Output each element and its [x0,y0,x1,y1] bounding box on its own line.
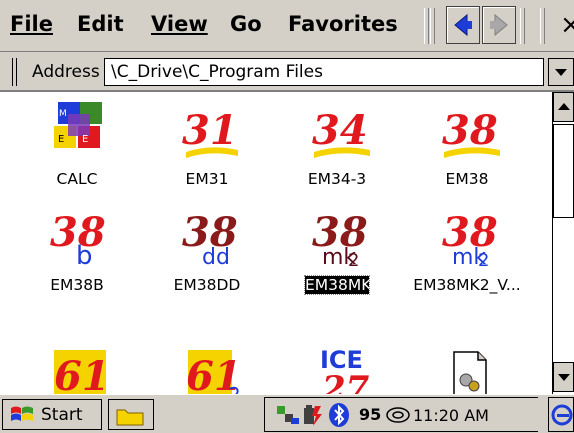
network-icon[interactable] [275,402,301,428]
em31-app-icon: 31 [182,107,238,158]
internet-explorer-button[interactable] [548,397,574,432]
svg-text:E: E [58,134,64,145]
back-button[interactable] [446,6,480,44]
settings-file-icon [453,351,487,394]
chevron-down-icon [558,374,570,381]
file-name: CALC [56,170,98,188]
chevron-up-icon [558,103,570,110]
toolbar-separator [424,8,429,44]
file-name: EM34-3 [307,170,367,188]
menu-file[interactable]: File [10,12,53,36]
menu-edit-label: Edit [77,12,124,36]
svg-text:E: E [82,134,88,145]
toolbar-separator [430,8,435,44]
file-item-em38mk2-v[interactable]: 38 mk 2 EM38MK2_V... [402,200,532,300]
menu-favorites[interactable]: Favorites [288,12,398,36]
address-bar: Address \C_Drive\C_Program Files [0,52,574,92]
calc-app-icon: M E E [54,102,102,148]
em38b-app-icon: 38 b [50,209,106,266]
file-list: M E E CALC 31 EM31 34 EM34-3 38 EM38 38 … [0,92,552,394]
file-item-settings[interactable] [402,336,532,394]
svg-text:31: 31 [182,107,238,154]
file-item-ice[interactable]: ICE 27 [272,336,402,394]
clock[interactable]: 11:20 AM [413,406,489,425]
system-tray: 95 11:20 AM [264,397,538,432]
menu-bar: File Edit View Go Favorites × [0,0,574,52]
scroll-thumb[interactable] [553,124,574,218]
em61-app-icon: 61 [54,350,110,394]
taskbar: Start 95 11:20 AM [0,394,574,433]
file-explorer-window: File Edit View Go Favorites × Address \C… [0,0,574,433]
menu-view[interactable]: View [151,12,208,36]
close-icon[interactable]: × [560,6,574,44]
address-input[interactable]: \C_Drive\C_Program Files [104,58,544,86]
internet-explorer-icon [551,404,573,426]
file-item-em38b[interactable]: 38 b EM38B [12,200,142,300]
start-label: Start [41,405,83,425]
windows-logo-icon [11,406,33,421]
scroll-down-button[interactable] [553,362,574,392]
file-item-em61-2[interactable]: 61 2 [142,336,272,394]
taskbar-explorer-button[interactable] [108,399,154,430]
arrow-right-icon [490,13,508,37]
menu-file-label: File [10,12,53,36]
scroll-up-button[interactable] [553,92,574,122]
battery-power-icon[interactable] [301,402,323,428]
toolbar-grip[interactable] [12,58,17,86]
file-item-em38dd[interactable]: 38 dd EM38DD [142,200,272,300]
svg-text:dd: dd [202,245,230,266]
em38-app-icon: 38 [442,107,500,158]
file-item-calc[interactable]: M E E CALC [12,94,142,194]
menu-edit[interactable]: Edit [77,12,124,36]
svg-text:b: b [76,241,93,266]
file-name: EM38DD [173,276,241,294]
sync-icon[interactable] [385,402,411,428]
em38mk2-app-icon: 38 mk 2 [312,209,368,266]
svg-text:2: 2 [228,383,241,394]
svg-text:61: 61 [54,353,110,394]
folder-icon [116,409,144,426]
em34-app-icon: 34 [312,107,370,158]
file-item-em38mk2[interactable]: 38 mk 2 EM38MK2 [272,200,402,300]
file-item-em38[interactable]: 38 EM38 [402,94,532,194]
address-label: Address [32,62,100,82]
svg-text:27: 27 [321,369,370,394]
ice-app-icon: ICE 27 [320,346,370,394]
forward-button[interactable] [482,6,516,44]
file-name-selected: EM38MK2 [304,275,382,295]
menu-view-label: View [151,12,208,36]
file-name: EM38 [445,170,489,188]
arrow-left-icon [454,13,472,37]
file-name: EM31 [185,170,229,188]
bluetooth-icon[interactable] [327,402,351,428]
toolbar-separator [540,8,545,44]
svg-text:38: 38 [442,107,498,154]
svg-text:M: M [59,109,67,119]
em38mk2-v-app-icon: 38 mk 2 [442,209,498,266]
file-item-em31[interactable]: 31 EM31 [142,94,272,194]
start-button[interactable]: Start [2,399,102,430]
svg-text:2: 2 [478,250,489,266]
em61-2-app-icon: 61 2 [186,350,242,394]
menu-go[interactable]: Go [230,12,262,36]
menu-go-label: Go [230,12,262,36]
chevron-down-icon [555,69,567,76]
svg-text:95: 95 [359,405,381,424]
toolbar-separator [520,8,525,44]
file-item-em61[interactable]: 61 [12,336,142,394]
address-dropdown-button[interactable] [548,58,574,86]
svg-text:34: 34 [312,107,368,154]
file-name: EM38MK2_V... [413,276,521,294]
menu-favorites-label: Favorites [288,12,398,36]
svg-text:2: 2 [348,250,359,266]
em38dd-app-icon: 38 dd [182,209,238,266]
vertical-scrollbar[interactable] [552,92,574,394]
file-item-em34-3[interactable]: 34 EM34-3 [272,94,402,194]
file-name: EM38B [50,276,104,294]
